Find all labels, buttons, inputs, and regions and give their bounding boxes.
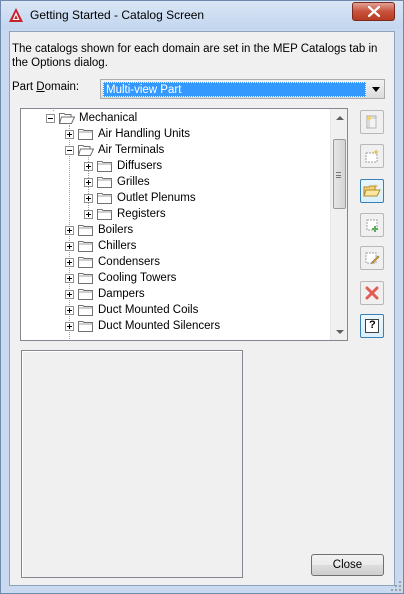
- close-button[interactable]: Close: [311, 554, 384, 576]
- folder-open-icon: [78, 145, 94, 156]
- close-icon: [367, 6, 380, 17]
- tree-item-label: Mechanical: [79, 112, 138, 124]
- tree-item[interactable]: Grilles: [84, 174, 150, 190]
- tree-item[interactable]: Mechanical: [46, 110, 137, 126]
- tree-item-label: Dampers: [98, 288, 145, 300]
- dialog-window: Getting Started - Catalog Screen The cat…: [0, 0, 404, 594]
- red-x-icon: [365, 286, 379, 300]
- tree-item[interactable]: Duct Mounted Silencers: [65, 318, 220, 334]
- folder-icon: [78, 289, 93, 300]
- tree-item[interactable]: Air Handling Units: [65, 126, 190, 142]
- expand-icon[interactable]: [65, 225, 74, 235]
- collapse-icon[interactable]: [46, 113, 55, 123]
- tree-item-label: Air Terminals: [98, 144, 165, 156]
- expand-icon[interactable]: [65, 305, 74, 315]
- tree-item[interactable]: Cooling Towers: [65, 270, 176, 286]
- tree-item[interactable]: Condensers: [65, 254, 160, 270]
- folder-icon: [97, 193, 112, 204]
- tree-item-label: Duct Mounted Coils: [98, 304, 199, 316]
- catalog-tree[interactable]: Mechanical Air Handling Units Air Terminal…: [20, 108, 348, 341]
- folder-icon: [78, 129, 93, 140]
- expand-icon[interactable]: [84, 161, 93, 171]
- open-catalog-button[interactable]: [360, 179, 384, 203]
- expand-icon[interactable]: [65, 273, 74, 283]
- preview-pane: [21, 350, 243, 578]
- description-text: The catalogs shown for each domain are s…: [12, 43, 378, 69]
- expand-icon[interactable]: [65, 321, 74, 331]
- folder-icon: [97, 177, 112, 188]
- new-document-icon: [366, 115, 377, 129]
- tree-item[interactable]: Chillers: [65, 238, 136, 254]
- part-domain-label: Part Domain:: [12, 81, 79, 93]
- new-catalog-button[interactable]: [360, 110, 384, 134]
- help-question-mark: ?: [369, 319, 376, 331]
- expand-icon[interactable]: [65, 257, 74, 267]
- expand-icon[interactable]: [84, 193, 93, 203]
- resize-grip-icon[interactable]: [391, 581, 401, 591]
- scroll-thumb-grip-icon: [336, 172, 341, 178]
- delete-button[interactable]: [360, 281, 384, 305]
- tree-item-label: Outlet Plenums: [117, 192, 196, 204]
- tree-item-label: Diffusers: [117, 160, 163, 172]
- tree-item-label: Chillers: [98, 240, 137, 252]
- edit-part-button[interactable]: [360, 246, 384, 270]
- scroll-up-arrow-icon: [335, 115, 344, 120]
- tree-item-label: Condensers: [98, 256, 161, 268]
- expand-icon[interactable]: [65, 241, 74, 251]
- tree-item[interactable]: Dampers: [65, 286, 145, 302]
- folder-icon: [78, 273, 93, 284]
- tree-item[interactable]: Boilers: [65, 222, 133, 238]
- help-button[interactable]: ?: [360, 314, 384, 338]
- expand-icon[interactable]: [84, 209, 93, 219]
- expand-icon[interactable]: [84, 177, 93, 187]
- tree-vertical-scrollbar[interactable]: [330, 109, 347, 340]
- tree-item-label: Registers: [117, 208, 166, 220]
- title-bar[interactable]: Getting Started - Catalog Screen: [1, 1, 403, 29]
- tree-item[interactable]: Outlet Plenums: [84, 190, 196, 206]
- scroll-down-button[interactable]: [331, 323, 347, 340]
- folder-open-icon: [363, 184, 381, 197]
- part-domain-select[interactable]: Multi-view Part: [100, 79, 385, 99]
- autocad-app-icon: [9, 8, 23, 22]
- new-chapter-button[interactable]: [360, 144, 384, 168]
- tree-item[interactable]: Registers: [84, 206, 166, 222]
- folder-icon: [78, 305, 93, 316]
- folder-icon: [78, 241, 93, 252]
- part-domain-label-text: Part Domain:: [12, 81, 80, 93]
- window-title: Getting Started - Catalog Screen: [30, 8, 205, 22]
- tree-item[interactable]: Duct Mounted Coils: [65, 302, 198, 318]
- folder-icon: [78, 321, 93, 332]
- folder-icon: [97, 209, 112, 220]
- folder-open-icon: [59, 113, 75, 124]
- expand-icon[interactable]: [65, 129, 74, 139]
- window-close-button[interactable]: [352, 2, 395, 21]
- add-part-icon: [366, 219, 378, 232]
- folder-icon: [97, 161, 112, 172]
- tree-item-label: Air Handling Units: [98, 128, 191, 140]
- add-part-button[interactable]: [360, 213, 384, 237]
- tree-item[interactable]: Air Terminals: [65, 142, 164, 158]
- folder-icon: [78, 257, 93, 268]
- edit-part-icon: [365, 252, 380, 264]
- tree-item[interactable]: Diffusers: [84, 158, 162, 174]
- collapse-icon[interactable]: [65, 145, 74, 155]
- scroll-up-button[interactable]: [331, 109, 347, 126]
- chevron-down-icon[interactable]: [372, 87, 380, 92]
- expand-icon[interactable]: [65, 289, 74, 299]
- part-domain-selected-value: Multi-view Part: [103, 82, 366, 97]
- folder-icon: [78, 225, 93, 236]
- tree-item-label: Cooling Towers: [98, 272, 177, 284]
- tree-item-label: Duct Mounted Silencers: [98, 320, 221, 332]
- tree-item-label: Grilles: [117, 176, 150, 188]
- scroll-down-arrow-icon: [335, 329, 344, 334]
- sparkle-box-icon: [365, 149, 379, 163]
- tree-item-label: Boilers: [98, 224, 134, 236]
